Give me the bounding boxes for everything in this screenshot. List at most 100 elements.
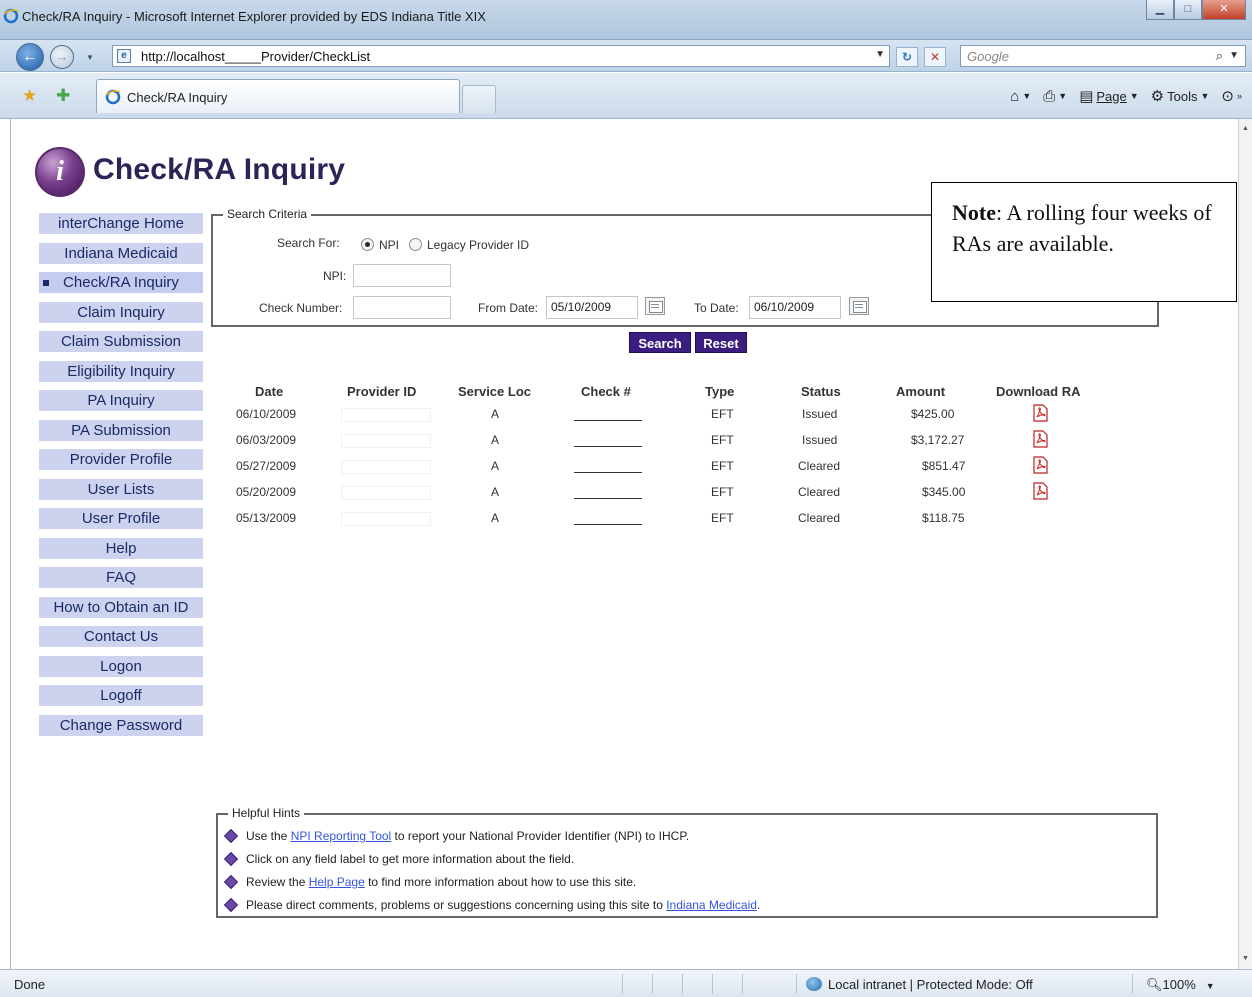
npi-radio[interactable] bbox=[361, 238, 374, 251]
nav-indiana-medicaid[interactable]: Indiana Medicaid bbox=[39, 242, 203, 264]
nav-eligibility-inquiry[interactable]: Eligibility Inquiry bbox=[39, 360, 203, 382]
cell-check-number-link[interactable] bbox=[574, 497, 642, 499]
history-dropdown[interactable]: ▼ bbox=[86, 53, 94, 62]
nav-pa-submission[interactable]: PA Submission bbox=[39, 419, 203, 441]
nav-claim-inquiry[interactable]: Claim Inquiry bbox=[39, 301, 203, 323]
pdf-icon[interactable] bbox=[1033, 404, 1048, 422]
reset-button[interactable]: Reset bbox=[695, 332, 747, 353]
indiana-medicaid-link[interactable]: Indiana Medicaid bbox=[666, 898, 757, 912]
nav-contact-us[interactable]: Contact Us bbox=[39, 626, 203, 647]
search-icon[interactable]: ⌕ bbox=[1216, 48, 1223, 64]
nav-user-lists[interactable]: User Lists bbox=[39, 478, 203, 500]
nav-label: interChange Home bbox=[58, 215, 184, 232]
calendar-icon[interactable] bbox=[645, 297, 665, 315]
add-favorites-icon[interactable]: ✚ bbox=[56, 86, 70, 106]
from-date-label[interactable]: From Date: bbox=[478, 301, 538, 315]
tools-menu[interactable]: ⚙ Tools ▼ bbox=[1147, 87, 1214, 105]
address-dropdown[interactable]: ▼ bbox=[875, 49, 885, 60]
column-header-provider-id[interactable]: Provider ID bbox=[347, 384, 416, 399]
to-date-field[interactable]: 06/10/2009 bbox=[749, 296, 841, 319]
back-button[interactable]: ← bbox=[16, 43, 44, 71]
favorites-star-icon[interactable]: ★ bbox=[22, 86, 37, 106]
nav-claim-submission[interactable]: Claim Submission bbox=[39, 331, 203, 352]
cell-check-number-link[interactable] bbox=[574, 445, 642, 447]
column-header-amount[interactable]: Amount bbox=[896, 384, 945, 399]
check-number-field[interactable] bbox=[353, 296, 451, 319]
nav-interchange-home[interactable]: interChange Home bbox=[39, 213, 203, 234]
cell-service-loc: A bbox=[491, 407, 500, 421]
cell-date: 06/03/2009 bbox=[236, 433, 297, 447]
home-button[interactable]: ⌂ ▼ bbox=[1006, 88, 1035, 105]
scroll-down-icon[interactable]: ▼ bbox=[1239, 951, 1252, 967]
column-header-service-loc[interactable]: Service Loc bbox=[458, 384, 531, 399]
legacy-provider-id-radio[interactable] bbox=[409, 238, 422, 251]
npi-label[interactable]: NPI: bbox=[323, 269, 346, 283]
nav-pa-inquiry[interactable]: PA Inquiry bbox=[39, 390, 203, 411]
nav-logoff[interactable]: Logoff bbox=[39, 685, 203, 706]
to-date-label[interactable]: To Date: bbox=[694, 301, 739, 315]
status-bar: Done Local intranet | Protected Mode: Of… bbox=[0, 969, 1252, 997]
column-header-date[interactable]: Date bbox=[255, 384, 283, 399]
nav-change-password[interactable]: Change Password bbox=[39, 714, 203, 736]
nav-logon[interactable]: Logon bbox=[39, 655, 203, 677]
status-divider bbox=[712, 974, 713, 994]
cell-check-number-link[interactable] bbox=[574, 419, 642, 421]
column-header-download-ra[interactable]: Download RA bbox=[996, 384, 1081, 399]
cell-type: EFT bbox=[711, 407, 734, 421]
pdf-icon[interactable] bbox=[1033, 430, 1048, 448]
nav-help[interactable]: Help bbox=[39, 537, 203, 559]
nav-user-profile[interactable]: User Profile bbox=[39, 508, 203, 529]
print-button[interactable]: ⎙ ▼ bbox=[1039, 88, 1071, 105]
cell-type: EFT bbox=[711, 511, 734, 525]
zoom-control[interactable]: 🔍︎100% ▼ bbox=[1146, 977, 1215, 993]
search-dropdown[interactable]: ▼ bbox=[1229, 50, 1239, 61]
cell-service-loc: A bbox=[491, 485, 500, 499]
column-header-type[interactable]: Type bbox=[705, 384, 734, 399]
cell-amount: $345.00 bbox=[922, 485, 966, 499]
zoom-icon: 🔍︎ bbox=[1146, 977, 1163, 992]
nav-provider-profile[interactable]: Provider Profile bbox=[39, 449, 203, 470]
search-for-label[interactable]: Search For: bbox=[277, 236, 340, 250]
pdf-icon[interactable] bbox=[1033, 456, 1048, 474]
nav-label: Contact Us bbox=[83, 628, 159, 645]
vertical-scrollbar[interactable]: ▲ ▼ bbox=[1238, 119, 1252, 969]
column-header-status[interactable]: Status bbox=[801, 384, 841, 399]
maximize-button[interactable]: □ bbox=[1174, 0, 1202, 20]
minimize-button[interactable]: ▁ bbox=[1146, 0, 1174, 20]
nav-check-ra-inquiry[interactable]: Check/RA Inquiry bbox=[39, 272, 203, 293]
search-button[interactable]: Search bbox=[629, 332, 691, 353]
npi-reporting-tool-link[interactable]: NPI Reporting Tool bbox=[291, 829, 392, 843]
help-button[interactable]: ⊙» bbox=[1217, 87, 1246, 105]
calendar-icon[interactable] bbox=[849, 297, 869, 315]
tab-check-ra-inquiry[interactable]: Check/RA Inquiry bbox=[96, 79, 460, 113]
search-input[interactable]: Google ⌕ ▼ bbox=[960, 45, 1246, 67]
status-divider bbox=[742, 974, 743, 994]
nav-how-to-obtain-id[interactable]: How to Obtain an ID bbox=[39, 596, 203, 618]
cell-check-number-link[interactable] bbox=[574, 471, 642, 473]
pdf-icon[interactable] bbox=[1033, 482, 1048, 500]
cell-check-number-link[interactable] bbox=[574, 523, 642, 525]
new-tab-button[interactable] bbox=[462, 85, 496, 113]
hint-text: Click on any field label to get more inf… bbox=[246, 852, 575, 866]
check-number-label[interactable]: Check Number: bbox=[259, 301, 342, 315]
hint-item: Please direct comments, problems or sugg… bbox=[223, 897, 760, 913]
page-menu[interactable]: ▤ Page ▼ bbox=[1075, 87, 1142, 105]
close-button[interactable]: ✕ bbox=[1202, 0, 1246, 20]
security-zone[interactable]: Local intranet | Protected Mode: Off bbox=[806, 977, 1033, 992]
column-header-check-number[interactable]: Check # bbox=[581, 384, 631, 399]
npi-field[interactable] bbox=[353, 264, 451, 287]
forward-button[interactable]: → bbox=[50, 45, 74, 69]
scroll-up-icon[interactable]: ▲ bbox=[1239, 121, 1252, 137]
legacy-provider-id-label[interactable]: Legacy Provider ID bbox=[427, 238, 529, 252]
address-input[interactable]: e http://localhost_____Provider/CheckLis… bbox=[112, 45, 890, 67]
stop-button[interactable]: ✕ bbox=[924, 47, 946, 67]
hint-item: Review the Help Page to find more inform… bbox=[223, 874, 636, 890]
help-page-link[interactable]: Help Page bbox=[309, 875, 365, 889]
npi-radio-label[interactable]: NPI bbox=[379, 238, 399, 252]
nav-faq[interactable]: FAQ bbox=[39, 567, 203, 588]
refresh-button[interactable]: ↻ bbox=[896, 47, 918, 67]
cell-provider-id bbox=[341, 512, 431, 526]
from-date-field[interactable]: 05/10/2009 bbox=[546, 296, 638, 319]
cell-amount: $851.47 bbox=[922, 459, 966, 473]
forward-icon: → bbox=[55, 49, 69, 64]
